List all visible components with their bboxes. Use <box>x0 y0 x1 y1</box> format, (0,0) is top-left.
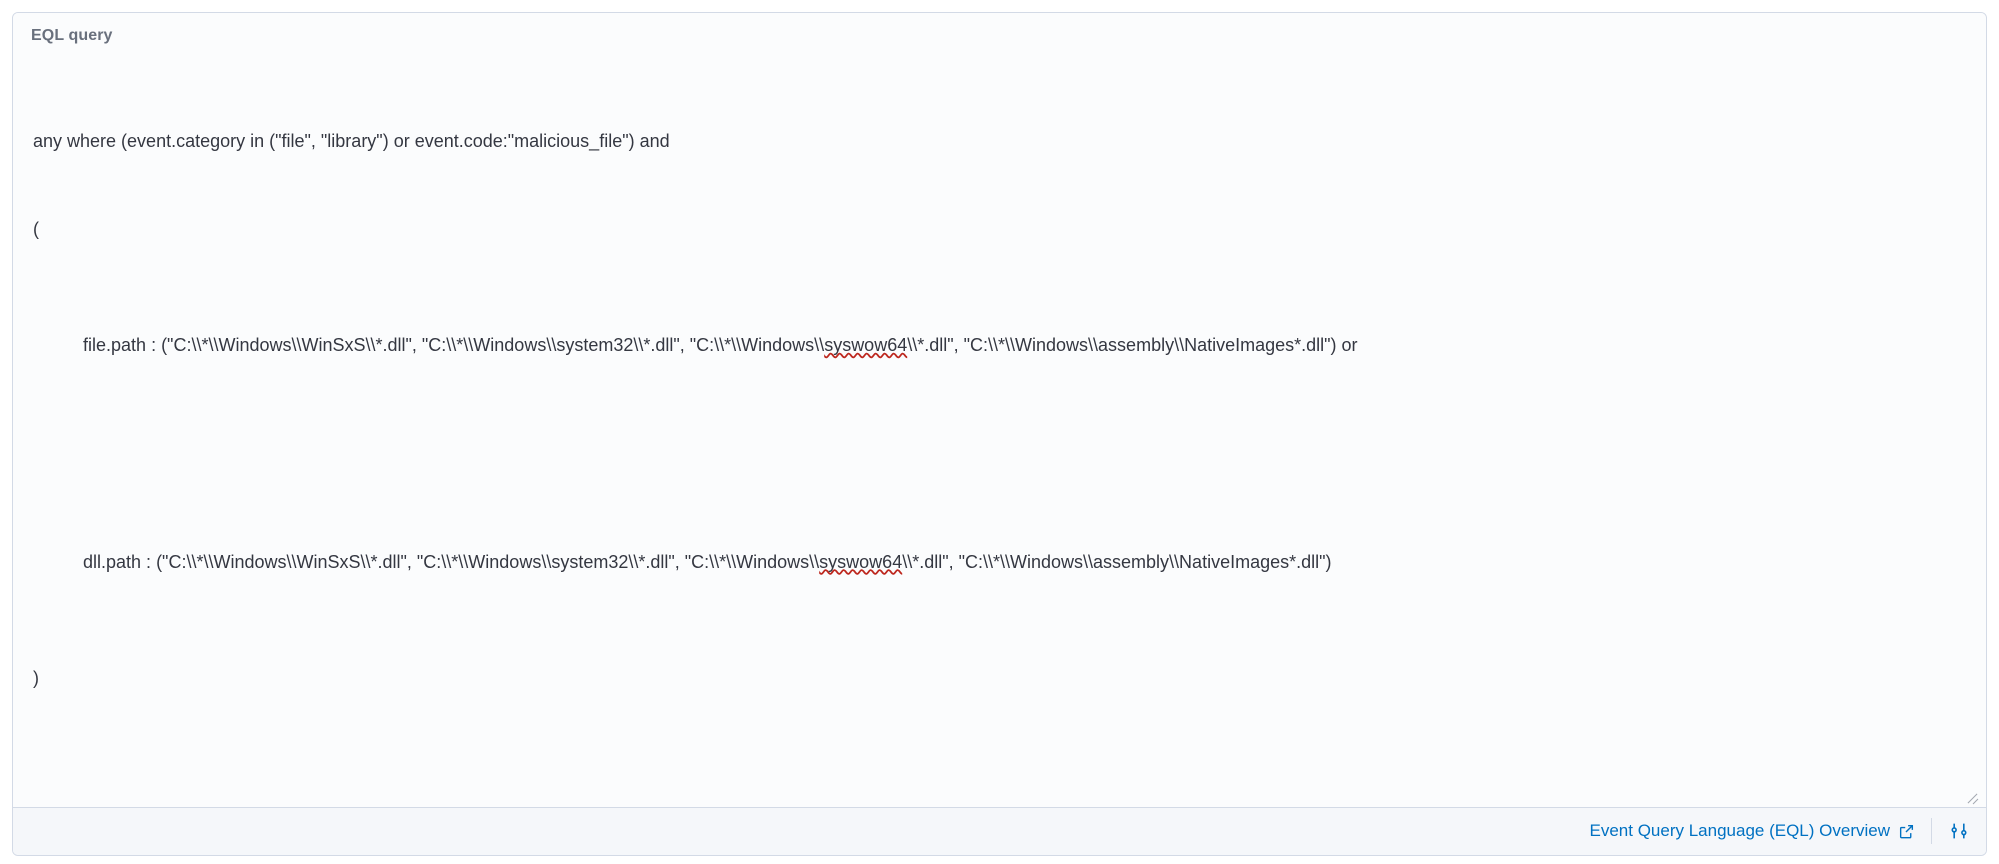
eql-query-line-0: any where (event.category in ("file", "l… <box>33 127 1966 156</box>
eql-query-line-1: ( <box>33 215 1966 244</box>
eql-overview-link-label: Event Query Language (EQL) Overview <box>1590 821 1890 841</box>
external-link-icon <box>1898 823 1915 840</box>
eql-query-line-4-text: dll.path : ("C:\\*\\Windows\\WinSxS\\*.d… <box>73 552 1332 572</box>
eql-query-line-3 <box>33 448 1966 460</box>
eql-query-label: EQL query <box>13 13 1986 55</box>
eql-query-panel: EQL query any where (event.category in (… <box>12 12 1987 856</box>
textarea-resize-handle[interactable] <box>1964 787 1980 803</box>
eql-settings-icon[interactable] <box>1948 820 1970 842</box>
eql-overview-link[interactable]: Event Query Language (EQL) Overview <box>1590 821 1915 841</box>
eql-query-input[interactable]: any where (event.category in ("file", "l… <box>13 55 1986 807</box>
eql-panel-footer: Event Query Language (EQL) Overview <box>13 807 1986 855</box>
eql-query-line-4: dll.path : ("C:\\*\\Windows\\WinSxS\\*.d… <box>33 518 1966 605</box>
footer-divider <box>1931 818 1932 844</box>
eql-query-line-2-text: file.path : ("C:\\*\\Windows\\WinSxS\\*.… <box>73 335 1358 355</box>
eql-query-line-2: file.path : ("C:\\*\\Windows\\WinSxS\\*.… <box>33 302 1966 389</box>
eql-query-line-5: ) <box>33 664 1966 693</box>
